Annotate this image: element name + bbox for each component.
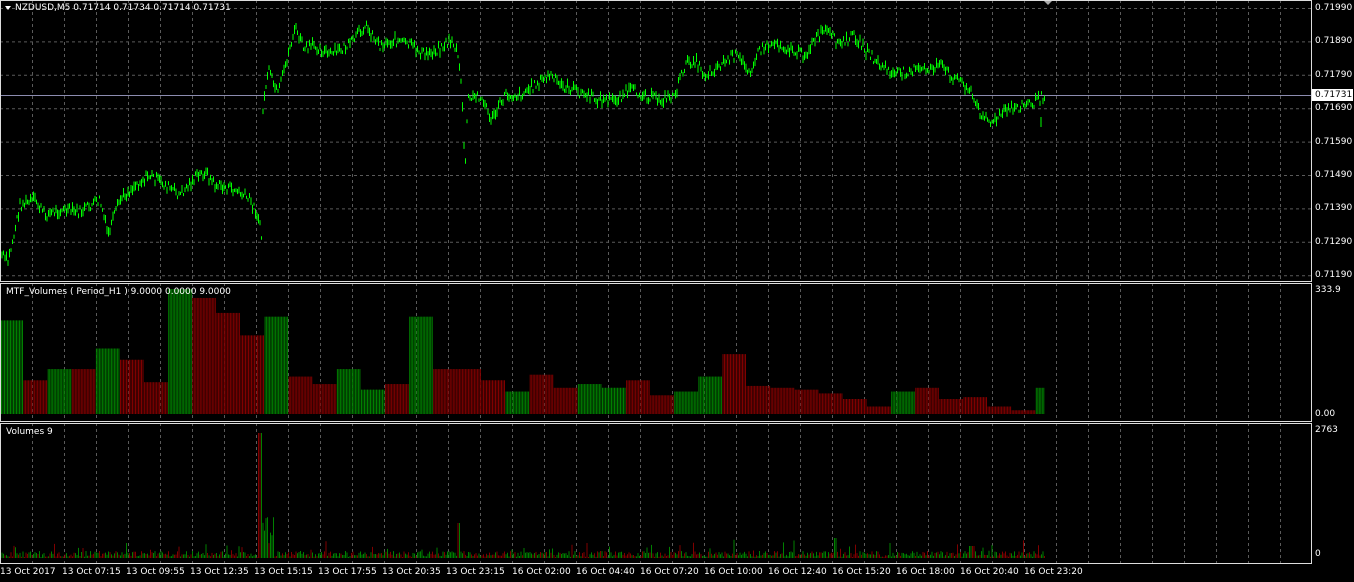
mtf-pane-border [0, 283, 1312, 422]
volumes-scale-top: 2763 [1315, 425, 1338, 435]
time-axis-label: 16 Oct 02:00 [512, 567, 571, 577]
price-tick-label: 0.71290 [1315, 236, 1353, 247]
price-tick-label: 0.71190 [1315, 270, 1353, 281]
time-axis-label: 13 Oct 20:35 [382, 567, 441, 577]
price-tick-label: 0.71990 [1315, 3, 1353, 13]
price-tick-label: 0.71490 [1315, 170, 1353, 180]
volumes-scale: 2763 0 [1311, 423, 1354, 564]
mtf-scale: 333.9 0.00 [1311, 283, 1354, 422]
time-axis-label: 16 Oct 12:40 [768, 567, 827, 577]
time-axis-label: 16 Oct 07:20 [640, 567, 699, 577]
time-axis-label: 13 Oct 12:35 [190, 567, 249, 577]
current-price-label: 0.71731 [1312, 89, 1353, 101]
time-axis-label: 16 Oct 15:20 [832, 567, 891, 577]
time-axis-label: 13 Oct 07:15 [62, 567, 121, 577]
price-tick-label: 0.71690 [1315, 103, 1353, 114]
time-axis-label: 16 Oct 10:00 [704, 567, 763, 577]
time-axis-label: 13 Oct 15:15 [254, 567, 313, 577]
time-axis-label: 16 Oct 04:40 [576, 567, 635, 577]
mtf-scale-top: 333.9 [1315, 285, 1341, 295]
price-tick-label: 0.71390 [1315, 203, 1353, 214]
volumes-scale-bottom: 0 [1315, 549, 1321, 559]
time-axis-label: 13 Oct 17:55 [318, 567, 377, 577]
time-axis-label: 13 Oct 23:15 [446, 567, 505, 577]
volumes-pane-border [0, 423, 1312, 564]
price-tick-label: 0.71790 [1315, 69, 1353, 80]
time-axis-label: 16 Oct 23:20 [1024, 567, 1083, 577]
time-axis-label: 13 Oct 09:55 [126, 567, 185, 577]
price-scale[interactable]: 0.71990 0.71890 0.71790 0.71690 0.71590 0.714… [1311, 0, 1354, 282]
price-pane-border [0, 0, 1312, 282]
price-tick-label: 0.71890 [1315, 36, 1353, 47]
time-axis-label: 16 Oct 20:40 [960, 567, 1019, 577]
mtf-scale-bottom: 0.00 [1315, 409, 1336, 419]
time-axis-label: 13 Oct 2017 [0, 567, 56, 577]
time-axis-label: 16 Oct 18:00 [896, 567, 955, 577]
price-tick-label: 0.71590 [1315, 136, 1353, 147]
